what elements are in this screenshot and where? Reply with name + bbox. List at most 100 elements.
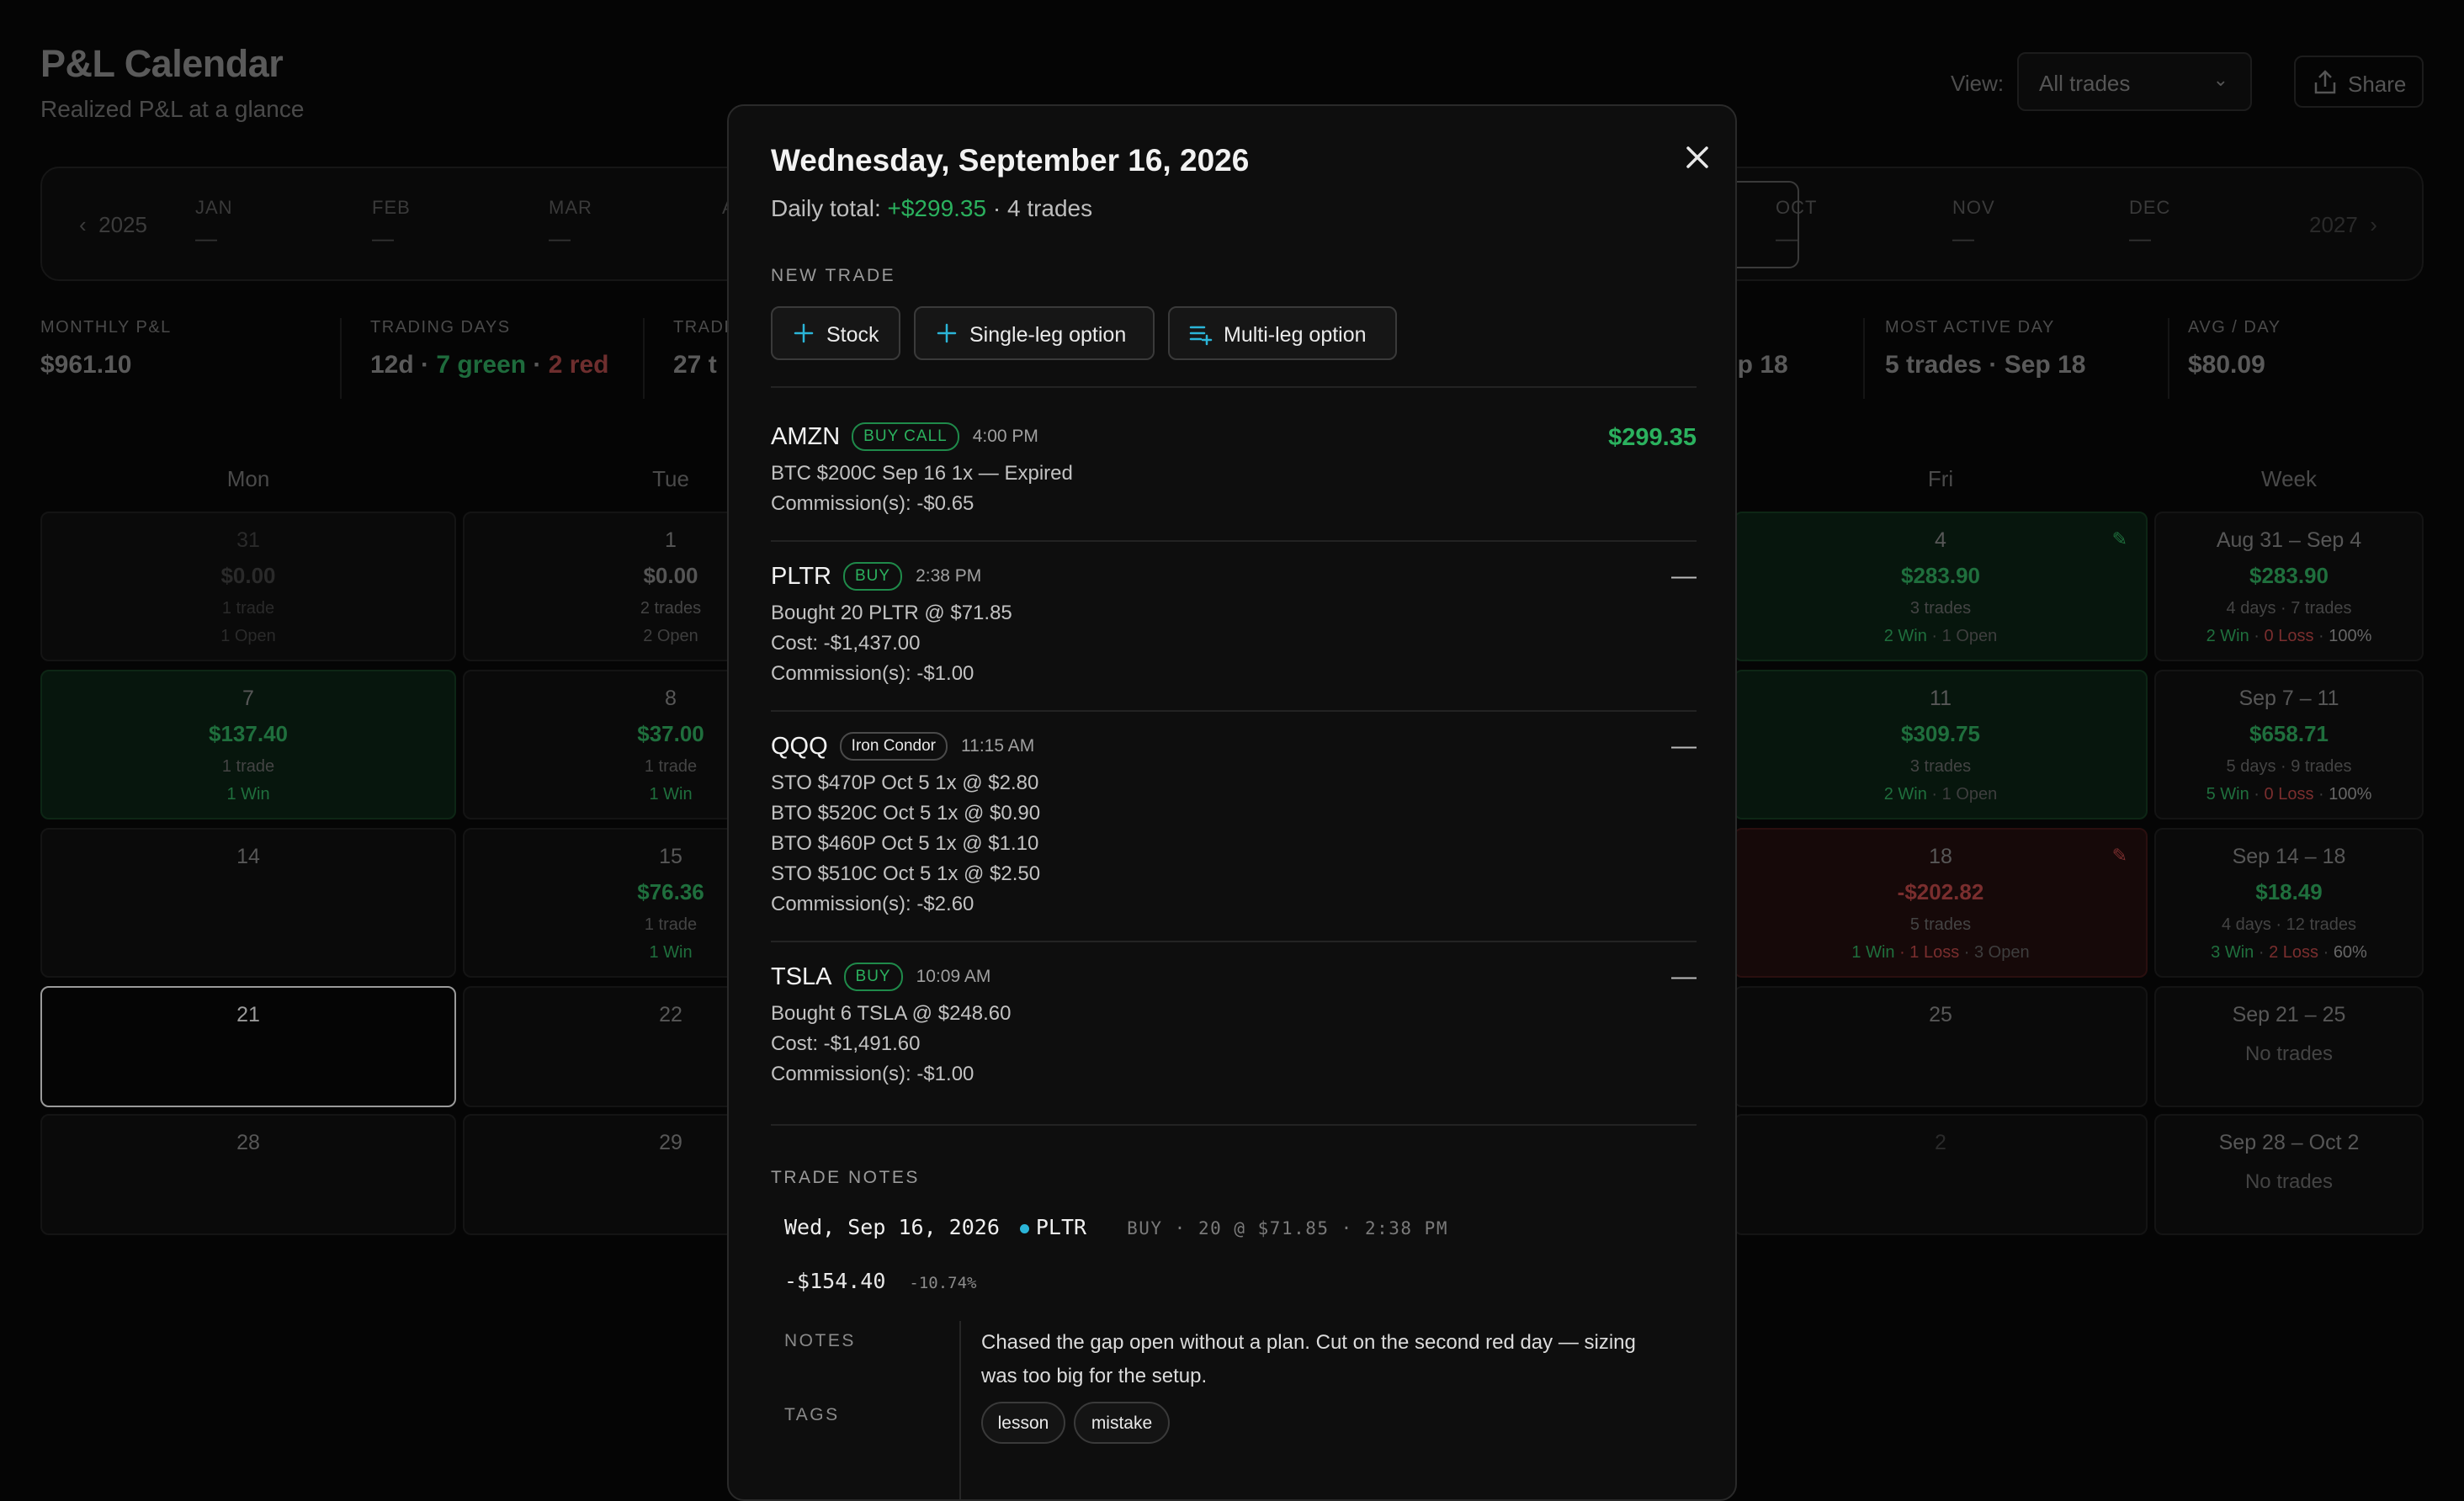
month-dec[interactable]: DEC — [2129, 197, 2170, 252]
trade-symbol: PLTR [771, 562, 831, 590]
trade-entry[interactable]: TSLA BUY 10:09 AM — Bought 6 TSLA @ $248.6… [771, 963, 1697, 1085]
days-value: 12d [370, 351, 414, 379]
day-number: 18 [1929, 845, 1952, 868]
next-year-label: 2027 [2309, 212, 2358, 237]
tag-chip[interactable]: lesson [981, 1402, 1065, 1444]
day-cell[interactable]: 11 $309.75 3 trades 2 Win · 1 Open [1734, 670, 2148, 819]
day-pl: $283.90 [1901, 563, 1980, 588]
new-single-leg-button[interactable]: Single-leg option [914, 306, 1155, 360]
tag-chip[interactable]: mistake [1074, 1402, 1170, 1444]
day-cell[interactable]: 31 $0.00 1 trade 1 Open [40, 512, 456, 661]
trade-pl: $299.35 [1608, 424, 1697, 451]
day-pl: $309.75 [1901, 721, 1980, 746]
win-count: 2 Win [1883, 785, 1927, 804]
collapse-icon[interactable]: — [1671, 562, 1697, 591]
month-value: — [1952, 225, 1975, 251]
trade-detail: Bought 6 TSLA @ $248.60 [771, 1002, 1012, 1025]
separator: · [413, 351, 437, 379]
month-value: — [372, 225, 395, 251]
plus-icon [791, 321, 816, 352]
trade-symbol: QQQ [771, 732, 828, 760]
view-select-value: All trades [2039, 71, 2131, 96]
day-cell-today[interactable]: 21 [40, 986, 456, 1107]
day-cell[interactable]: 25 [1734, 986, 2148, 1107]
loss-count: 0 Loss [2264, 627, 2314, 645]
month-nov[interactable]: NOV — [1952, 197, 1995, 252]
prev-year-button[interactable]: ‹ 2025 [79, 212, 147, 238]
day-number: 7 [242, 687, 254, 710]
month-oct[interactable]: OCT — [1776, 197, 1817, 252]
month-label: MAR [549, 197, 592, 218]
day-cell[interactable]: 14 [40, 828, 456, 978]
week-range: Aug 31 – Sep 4 [2216, 528, 2362, 552]
stat-avg-day: AVG / DAY $80.09 [2188, 318, 2281, 402]
month-mar[interactable]: MAR — [549, 197, 592, 252]
share-button[interactable]: Share [2294, 56, 2424, 108]
day-pl: $0.00 [220, 563, 276, 588]
page-subtitle: Realized P&L at a glance [40, 96, 305, 122]
list-add-icon [1188, 321, 1215, 352]
collapse-icon[interactable]: — [1671, 732, 1697, 761]
trade-time: 2:38 PM [916, 566, 982, 586]
day-number: 2 [1935, 1131, 1946, 1154]
day-trades: 3 trades [1909, 599, 1972, 618]
trade-entry[interactable]: QQQ Iron Condor 11:15 AM — STO $470P Oct 5… [771, 732, 1697, 915]
month-jan[interactable]: JAN — [195, 197, 233, 252]
month-value: — [1776, 225, 1798, 251]
dow-mon: Mon [226, 466, 270, 491]
trade-detail: Commission(s): -$0.65 [771, 492, 974, 515]
loss-count: · 1 Loss [1894, 943, 1960, 962]
day-number: 4 [1935, 528, 1946, 552]
symbol-dot-icon [1019, 1223, 1029, 1233]
day-cell[interactable]: 7 $137.40 1 trade 1 Win [40, 670, 456, 819]
close-button[interactable] [1675, 135, 1720, 180]
stat-value: 12d · 7 green · 2 red [370, 351, 608, 379]
week-summary-text: 4 days · 7 trades [2226, 599, 2352, 618]
trade-badge: BUY [842, 562, 903, 591]
week-summary-text: 4 days · 12 trades [2221, 915, 2357, 934]
stat-trading-days: TRADING DAYS 12d · 7 green · 2 red [370, 318, 608, 402]
divider [771, 1124, 1697, 1126]
day-number: 28 [236, 1131, 260, 1154]
day-cell[interactable]: 28 [40, 1114, 456, 1235]
stat-divider [643, 318, 645, 399]
trade-entry[interactable]: PLTR BUY 2:38 PM — Bought 20 PLTR @ $71.85… [771, 562, 1697, 685]
week-summary: Sep 21 – 25 No trades [2154, 986, 2424, 1107]
win-count: 2 Win [1883, 627, 1927, 645]
share-icon [2313, 69, 2338, 102]
new-stock-button[interactable]: Stock [771, 306, 900, 360]
trade-entry[interactable]: AMZN BUY CALL 4:00 PM $299.35 BTC $200C Se… [771, 422, 1697, 515]
red-days: 2 red [548, 351, 609, 379]
week-pl: $658.71 [2249, 721, 2329, 746]
close-icon [1686, 146, 1708, 168]
win-count: 1 Win [1851, 943, 1895, 962]
week-range: Sep 14 – 18 [2232, 845, 2346, 868]
day-status: 1 Win · 1 Loss · 3 Open [1735, 943, 2146, 963]
open-count: · 1 Open [1926, 785, 1998, 804]
edit-note-icon[interactable]: ✎ [2112, 845, 2127, 867]
trade-notes-header: TRADE NOTES [771, 1168, 920, 1187]
week-summary: Aug 31 – Sep 4 $283.90 4 days · 7 trades… [2154, 512, 2424, 661]
notes-text: Chased the gap open without a plan. Cut … [981, 1331, 1636, 1387]
edit-note-icon[interactable]: ✎ [2112, 528, 2127, 550]
day-cell[interactable]: 18 ✎ -$202.82 5 trades 1 Win · 1 Loss · … [1734, 828, 2148, 978]
day-pl: $137.40 [209, 721, 288, 746]
week-summary: Sep 14 – 18 $18.49 4 days · 12 trades 3 … [2154, 828, 2424, 978]
day-number: 31 [236, 528, 260, 552]
day-detail-modal: Wednesday, September 16, 2026 Daily tota… [727, 104, 1737, 1501]
trade-detail: Commission(s): -$2.60 [771, 893, 974, 915]
trade-detail: Commission(s): -$1.00 [771, 1063, 974, 1085]
next-year-button[interactable]: 2027 › [2309, 212, 2377, 238]
trade-detail: BTO $520C Oct 5 1x @ $0.90 [771, 802, 1041, 825]
view-select[interactable]: All trades ⌄ [2017, 52, 2252, 111]
trade-badge: BUY CALL [852, 422, 959, 451]
new-multi-leg-button[interactable]: Multi-leg option [1168, 306, 1397, 360]
note-pl-pct: -10.74% [909, 1274, 977, 1292]
day-cell[interactable]: 4 ✎ $283.90 3 trades 2 Win · 1 Open [1734, 512, 2148, 661]
collapse-icon[interactable]: — [1671, 963, 1697, 991]
month-feb[interactable]: FEB — [372, 197, 411, 252]
day-cell[interactable]: 2 [1734, 1114, 2148, 1235]
trade-time: 4:00 PM [972, 427, 1038, 446]
trade-badge: Iron Condor [839, 732, 948, 761]
chevron-left-icon: ‹ [79, 212, 87, 237]
